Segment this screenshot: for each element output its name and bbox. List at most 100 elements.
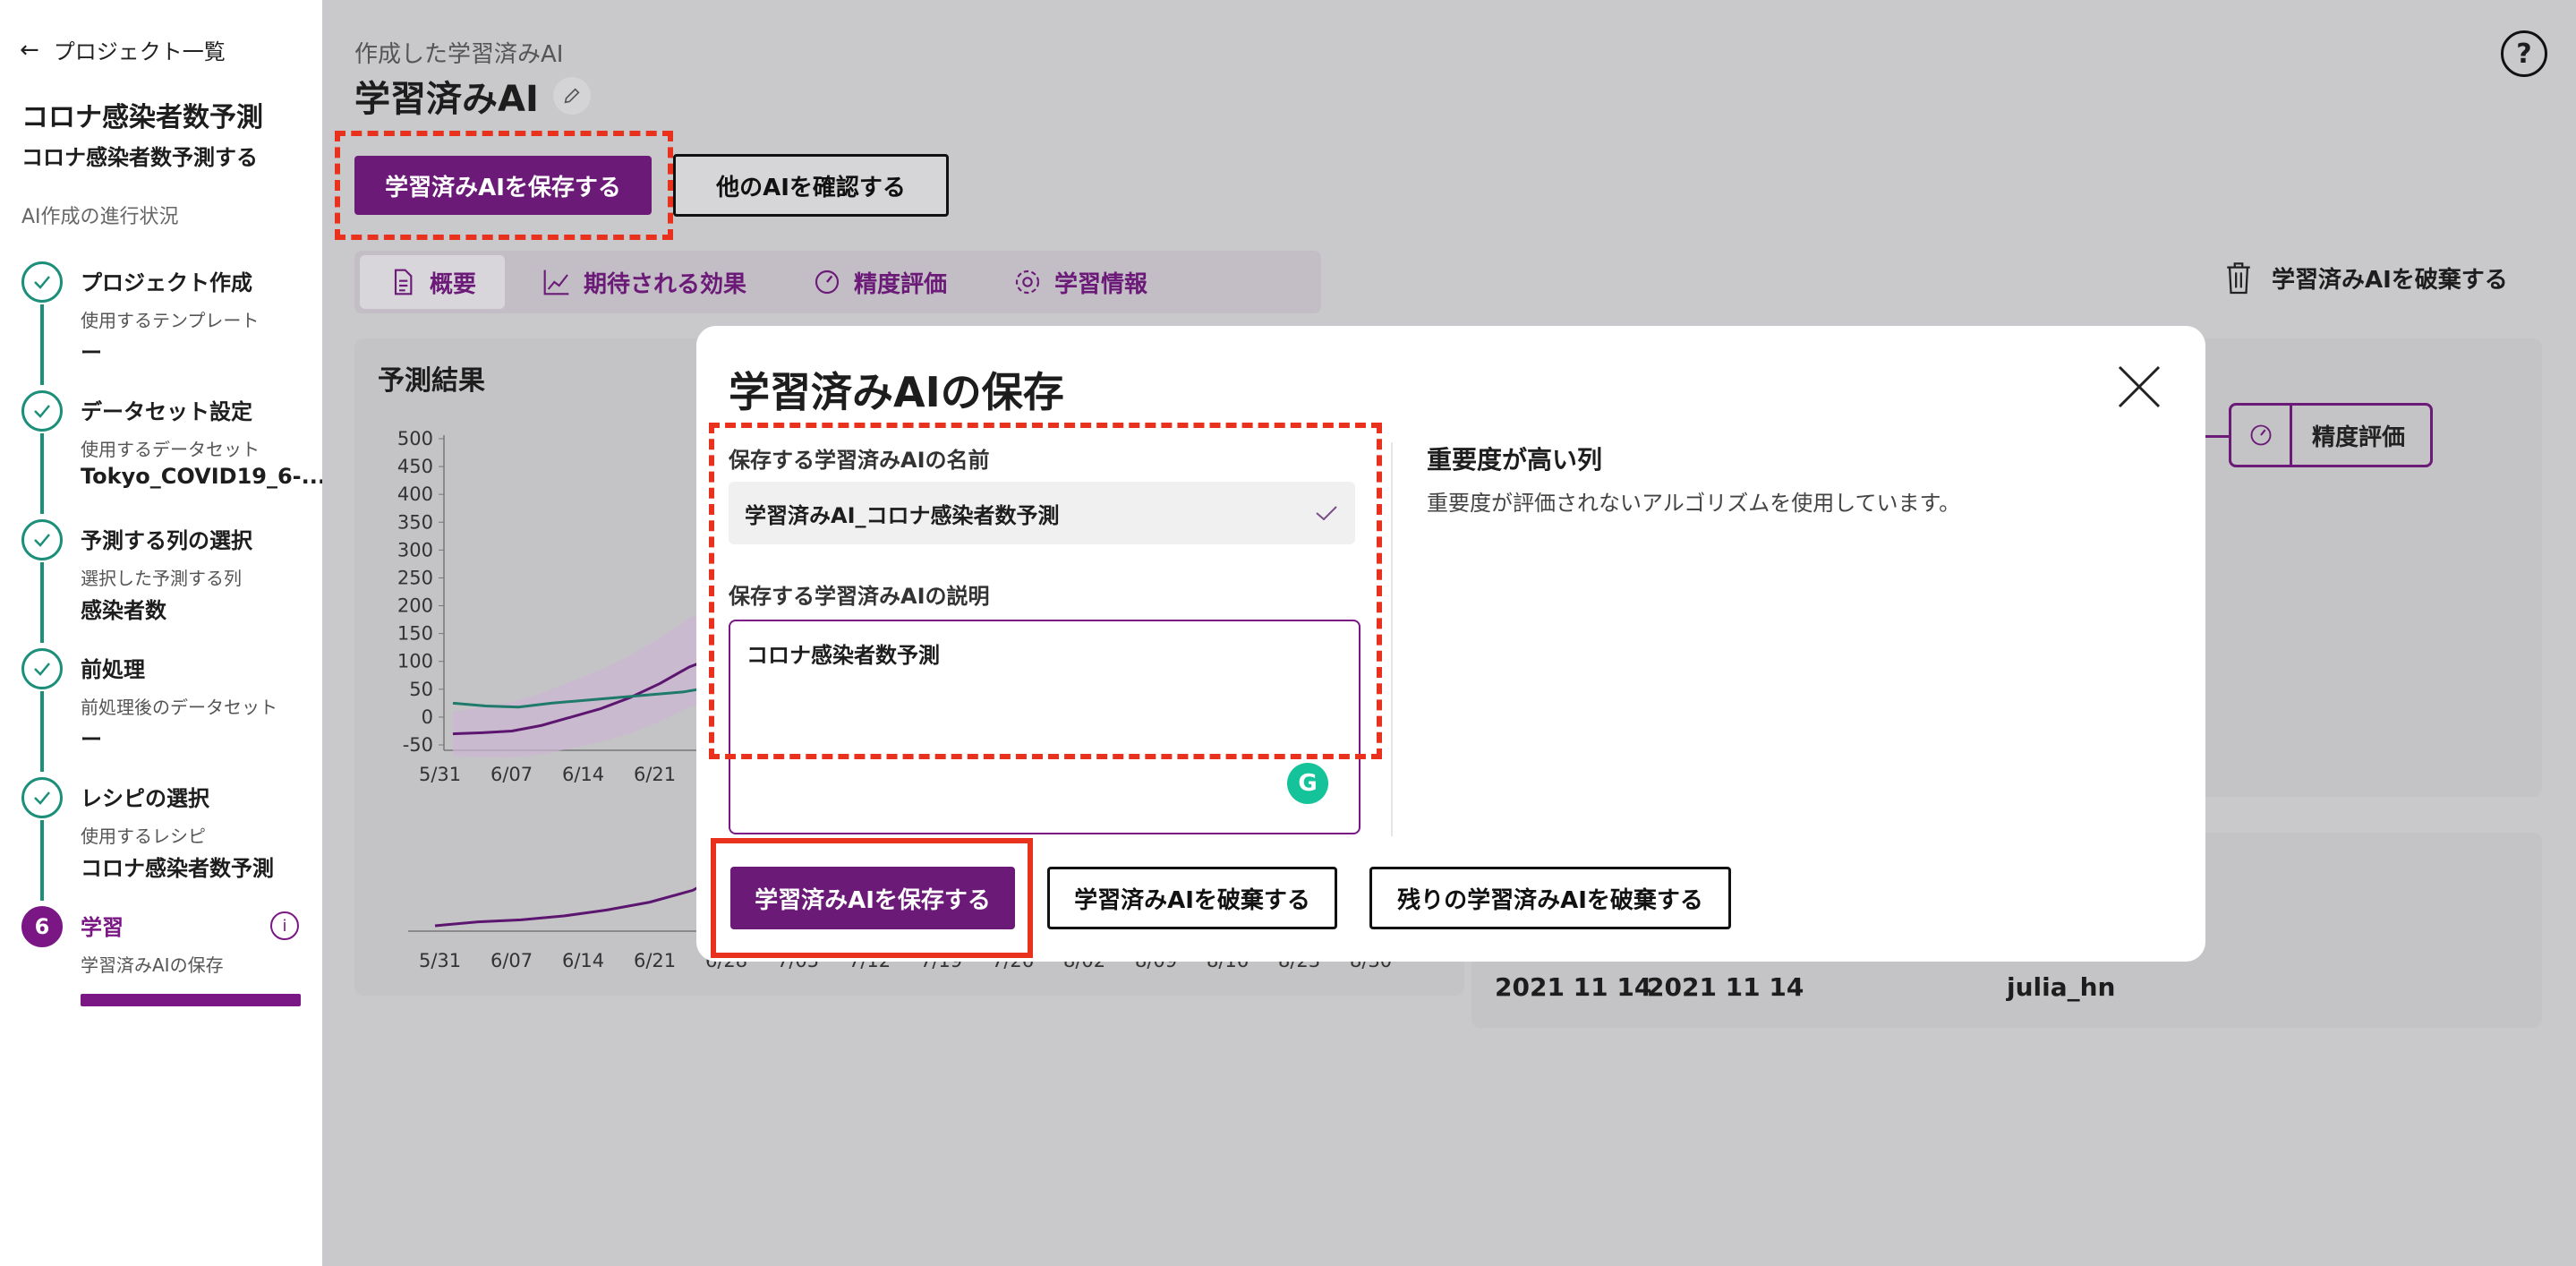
y-tick-label: 200	[397, 595, 433, 617]
page-title: 学習済みAI	[354, 70, 591, 122]
tab-label: 学習情報	[1054, 270, 1148, 298]
creator-name: julia_hn	[2007, 972, 2116, 1002]
y-tick-label: 300	[397, 539, 433, 560]
modal-discard-button[interactable]: 学習済みAIを破棄する	[1047, 867, 1337, 929]
tab-accuracy[interactable]: 精度評価	[784, 255, 976, 309]
x-tick-label: 5/31	[419, 950, 461, 971]
trash-icon	[2227, 262, 2250, 295]
highlight-dashed-box	[709, 423, 1382, 759]
step-value: Tokyo_COVID19_6-...	[81, 464, 326, 489]
step-title: 予測する列の選択	[81, 528, 252, 553]
check-icon	[21, 519, 63, 560]
updated-date: 2021 11 14	[1647, 972, 1804, 1002]
x-tick-label: 6/21	[634, 950, 676, 971]
x-tick-label: 6/07	[490, 950, 533, 971]
eval-label: 精度評価	[2312, 423, 2406, 451]
info-icon[interactable]: i	[270, 911, 299, 940]
tab-training-info[interactable]: 学習情報	[985, 255, 1176, 309]
y-tick-label: 150	[397, 623, 433, 645]
breadcrumb: 作成した学習済みAI	[354, 41, 564, 68]
y-tick-label: 50	[409, 679, 433, 700]
back-link-label: プロジェクト一覧	[53, 39, 226, 64]
gauge-icon	[2231, 406, 2292, 465]
step-connector	[40, 820, 44, 901]
step-connector	[40, 433, 44, 514]
back-to-projects-link[interactable]: ← プロジェクト一覧	[20, 34, 226, 65]
gauge-icon	[815, 269, 840, 295]
discard-label: 学習済みAIを破棄する	[2272, 266, 2508, 294]
series-line-bottom	[434, 865, 737, 928]
step-label: 学習済みAIの保存	[81, 954, 224, 976]
document-icon	[394, 269, 413, 295]
x-tick-label: 6/21	[634, 764, 676, 785]
created-date: 2021 11 14	[1495, 972, 1652, 1002]
project-subtitle: コロナ感染者数予測する	[21, 145, 258, 170]
tab-overview[interactable]: 概要	[360, 255, 506, 309]
step-value: コロナ感染者数予測	[81, 856, 274, 881]
step-title: データセット設定	[81, 399, 252, 424]
discard-trained-ai-link[interactable]: 学習済みAIを破棄する	[2223, 260, 2508, 295]
help-icon[interactable]: ?	[2501, 30, 2547, 77]
tab-bar: 概要 期待される効果 精度評価 学習情報	[354, 251, 1321, 313]
step-value: ー	[81, 340, 102, 365]
accuracy-evaluation-button[interactable]: 精度評価	[2229, 403, 2433, 467]
important-columns-title: 重要度が高い列	[1427, 445, 1603, 475]
y-tick-label: 350	[397, 511, 433, 533]
check-icon	[21, 261, 63, 303]
highlight-solid-box	[711, 838, 1033, 958]
step-title: プロジェクト作成	[81, 270, 252, 295]
project-title: コロナ感染者数予測	[21, 102, 263, 133]
arrow-left-icon: ←	[20, 36, 39, 64]
y-tick-label: 450	[397, 456, 433, 477]
step-title: 前処理	[81, 657, 145, 682]
x-tick-label: 6/14	[562, 950, 604, 971]
divider	[1391, 442, 1393, 836]
tab-label: 精度評価	[854, 270, 948, 298]
step-value: ー	[81, 727, 102, 752]
step-target-column[interactable]: 予測する列の選択 選択した予測する列 感染者数	[0, 512, 322, 643]
y-tick-label: -50	[403, 734, 433, 756]
sidebar: ← プロジェクト一覧 コロナ感染者数予測 コロナ感染者数予測する AI作成の進行…	[0, 0, 326, 1266]
modal-title: 学習済みAIの保存	[729, 368, 1064, 416]
step-label: 使用するデータセット	[81, 439, 260, 460]
tab-label: 概要	[430, 270, 477, 298]
step-label: 使用するテンプレート	[81, 310, 260, 331]
pencil-icon[interactable]	[552, 77, 591, 115]
check-icon	[21, 390, 63, 432]
step-label: 選択した予測する列	[81, 568, 242, 589]
x-tick-label: 5/31	[419, 764, 461, 785]
modal-discard-rest-button[interactable]: 残りの学習済みAIを破棄する	[1369, 867, 1731, 929]
important-columns-text: 重要度が評価されないアルゴリズムを使用しています。	[1427, 491, 1961, 516]
save-ai-modal: 学習済みAIの保存 保存する学習済みAIの名前 学習済みAI_コロナ感染者数予測…	[696, 326, 2205, 962]
chart-line-icon	[543, 269, 569, 295]
y-tick-label: 0	[422, 706, 433, 728]
x-tick-label: 6/14	[562, 764, 604, 785]
x-tick-label: 6/07	[490, 764, 533, 785]
step-label: 使用するレシピ	[81, 825, 206, 847]
step-title: 学習	[81, 915, 124, 940]
grammarly-icon[interactable]: G	[1287, 763, 1328, 804]
step-connector	[40, 691, 44, 772]
step-dataset[interactable]: データセット設定 使用するデータセット Tokyo_COVID19_6-...	[0, 383, 326, 514]
step-training[interactable]: 6 学習 i 学習済みAIの保存	[0, 899, 322, 1028]
step-number: 6	[21, 906, 63, 947]
step-recipe[interactable]: レシピの選択 使用するレシピ コロナ感染者数予測	[0, 770, 322, 901]
highlight-dashed-box	[335, 131, 673, 240]
step-project-create[interactable]: プロジェクト作成 使用するテンプレート ー	[0, 254, 322, 385]
page-title-text: 学習済みAI	[354, 79, 539, 120]
y-tick-label: 100	[397, 651, 433, 672]
y-tick-label: 400	[397, 483, 433, 505]
step-connector	[40, 562, 44, 643]
gear-icon	[1015, 269, 1040, 295]
step-connector	[40, 304, 44, 385]
check-icon	[21, 777, 63, 818]
step-label: 前処理後のデータセット	[81, 697, 277, 718]
close-icon[interactable]	[2114, 362, 2164, 412]
step-preprocess[interactable]: 前処理 前処理後のデータセット ー	[0, 641, 322, 772]
y-tick-label: 500	[397, 428, 433, 449]
progress-label: AI作成の進行状況	[21, 206, 179, 228]
tab-expected-effect[interactable]: 期待される効果	[514, 255, 775, 309]
step-title: レシピの選択	[81, 786, 209, 811]
check-other-ai-button[interactable]: 他のAIを確認する	[673, 154, 949, 217]
card-title: 予測結果	[378, 365, 485, 397]
